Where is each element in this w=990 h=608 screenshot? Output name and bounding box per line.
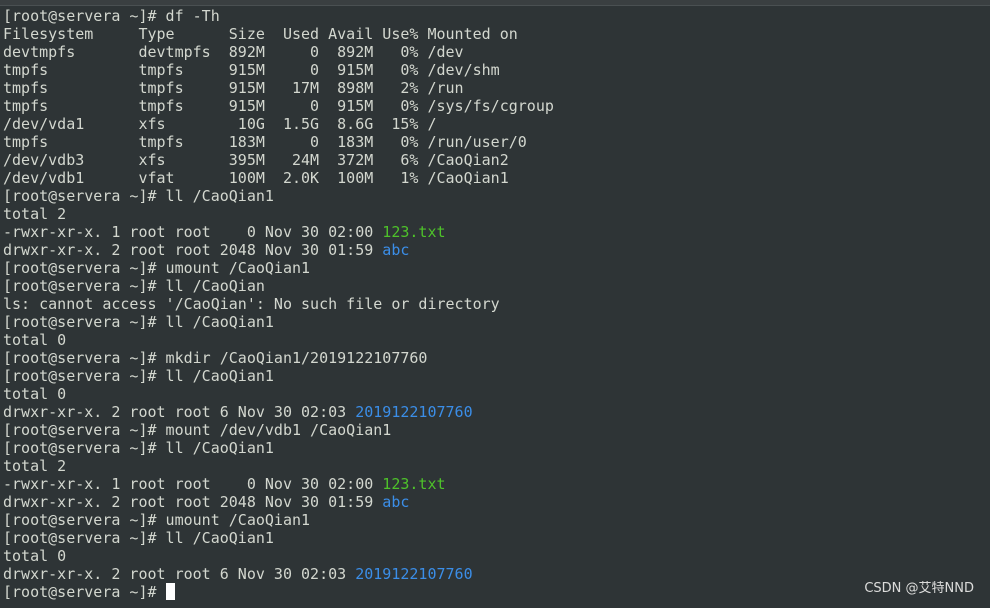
- terminal-output: [root@servera ~]# df -Th Filesystem Type…: [3, 7, 990, 601]
- terminal-line: /dev/vda1 xfs 10G 1.5G 8.6G 15% /: [3, 115, 437, 133]
- text-cursor: [165, 583, 175, 600]
- terminal-line: total 0: [3, 547, 67, 565]
- terminal-line: [root@servera ~]# ll /CaoQian1: [3, 367, 274, 385]
- executable-file-name: 123.txt: [382, 475, 446, 493]
- terminal-window[interactable]: [root@servera ~]# df -Th Filesystem Type…: [0, 0, 990, 608]
- terminal-line: [root@servera ~]# umount /CaoQian1: [3, 259, 311, 277]
- terminal-line: [root@servera ~]# umount /CaoQian1: [3, 511, 311, 529]
- terminal-line: /dev/vdb1 vfat 100M 2.0K 100M 1% /CaoQia…: [3, 169, 509, 187]
- terminal-line: [root@servera ~]# ll /CaoQian: [3, 277, 265, 295]
- terminal-line: drwxr-xr-x. 2 root root 6 Nov 30 02:03 2…: [3, 565, 473, 583]
- shell-prompt: [root@servera ~]#: [3, 583, 166, 601]
- directory-name: abc: [382, 241, 410, 259]
- directory-name: 2019122107760: [355, 565, 473, 583]
- terminal-line: -rwxr-xr-x. 1 root root 0 Nov 30 02:00 1…: [3, 223, 446, 241]
- terminal-line: total 2: [3, 457, 67, 475]
- terminal-line: total 2: [3, 205, 67, 223]
- terminal-line: drwxr-xr-x. 2 root root 2048 Nov 30 01:5…: [3, 493, 410, 511]
- window-top-edge: [0, 0, 990, 6]
- terminal-line: drwxr-xr-x. 2 root root 6 Nov 30 02:03 2…: [3, 403, 473, 421]
- terminal-line: tmpfs tmpfs 915M 0 915M 0% /dev/shm: [3, 61, 500, 79]
- terminal-line: tmpfs tmpfs 183M 0 183M 0% /run/user/0: [3, 133, 527, 151]
- terminal-line: [root@servera ~]# mount /dev/vdb1 /CaoQi…: [3, 421, 392, 439]
- terminal-line: total 0: [3, 331, 67, 349]
- terminal-line: Filesystem Type Size Used Avail Use% Mou…: [3, 25, 518, 43]
- terminal-line: total 0: [3, 385, 67, 403]
- csdn-watermark: CSDN @艾特NND: [864, 581, 974, 596]
- terminal-line: [root@servera ~]# df -Th: [3, 7, 220, 25]
- terminal-line: drwxr-xr-x. 2 root root 2048 Nov 30 01:5…: [3, 241, 410, 259]
- terminal-line: [root@servera ~]# mkdir /CaoQian1/201912…: [3, 349, 428, 367]
- executable-file-name: 123.txt: [382, 223, 446, 241]
- terminal-line: tmpfs tmpfs 915M 0 915M 0% /sys/fs/cgrou…: [3, 97, 554, 115]
- directory-name: abc: [382, 493, 410, 511]
- terminal-line: tmpfs tmpfs 915M 17M 898M 2% /run: [3, 79, 464, 97]
- terminal-line: [root@servera ~]# ll /CaoQian1: [3, 313, 274, 331]
- terminal-line: [root@servera ~]# ll /CaoQian1: [3, 439, 274, 457]
- terminal-line: /dev/vdb3 xfs 395M 24M 372M 6% /CaoQian2: [3, 151, 509, 169]
- terminal-line: [root@servera ~]# ll /CaoQian1: [3, 187, 274, 205]
- terminal-line: [root@servera ~]# ll /CaoQian1: [3, 529, 274, 547]
- prompt-line[interactable]: [root@servera ~]#: [3, 583, 990, 601]
- directory-name: 2019122107760: [355, 403, 473, 421]
- terminal-line: ls: cannot access '/CaoQian': No such fi…: [3, 295, 500, 313]
- terminal-line: -rwxr-xr-x. 1 root root 0 Nov 30 02:00 1…: [3, 475, 446, 493]
- terminal-line: devtmpfs devtmpfs 892M 0 892M 0% /dev: [3, 43, 464, 61]
